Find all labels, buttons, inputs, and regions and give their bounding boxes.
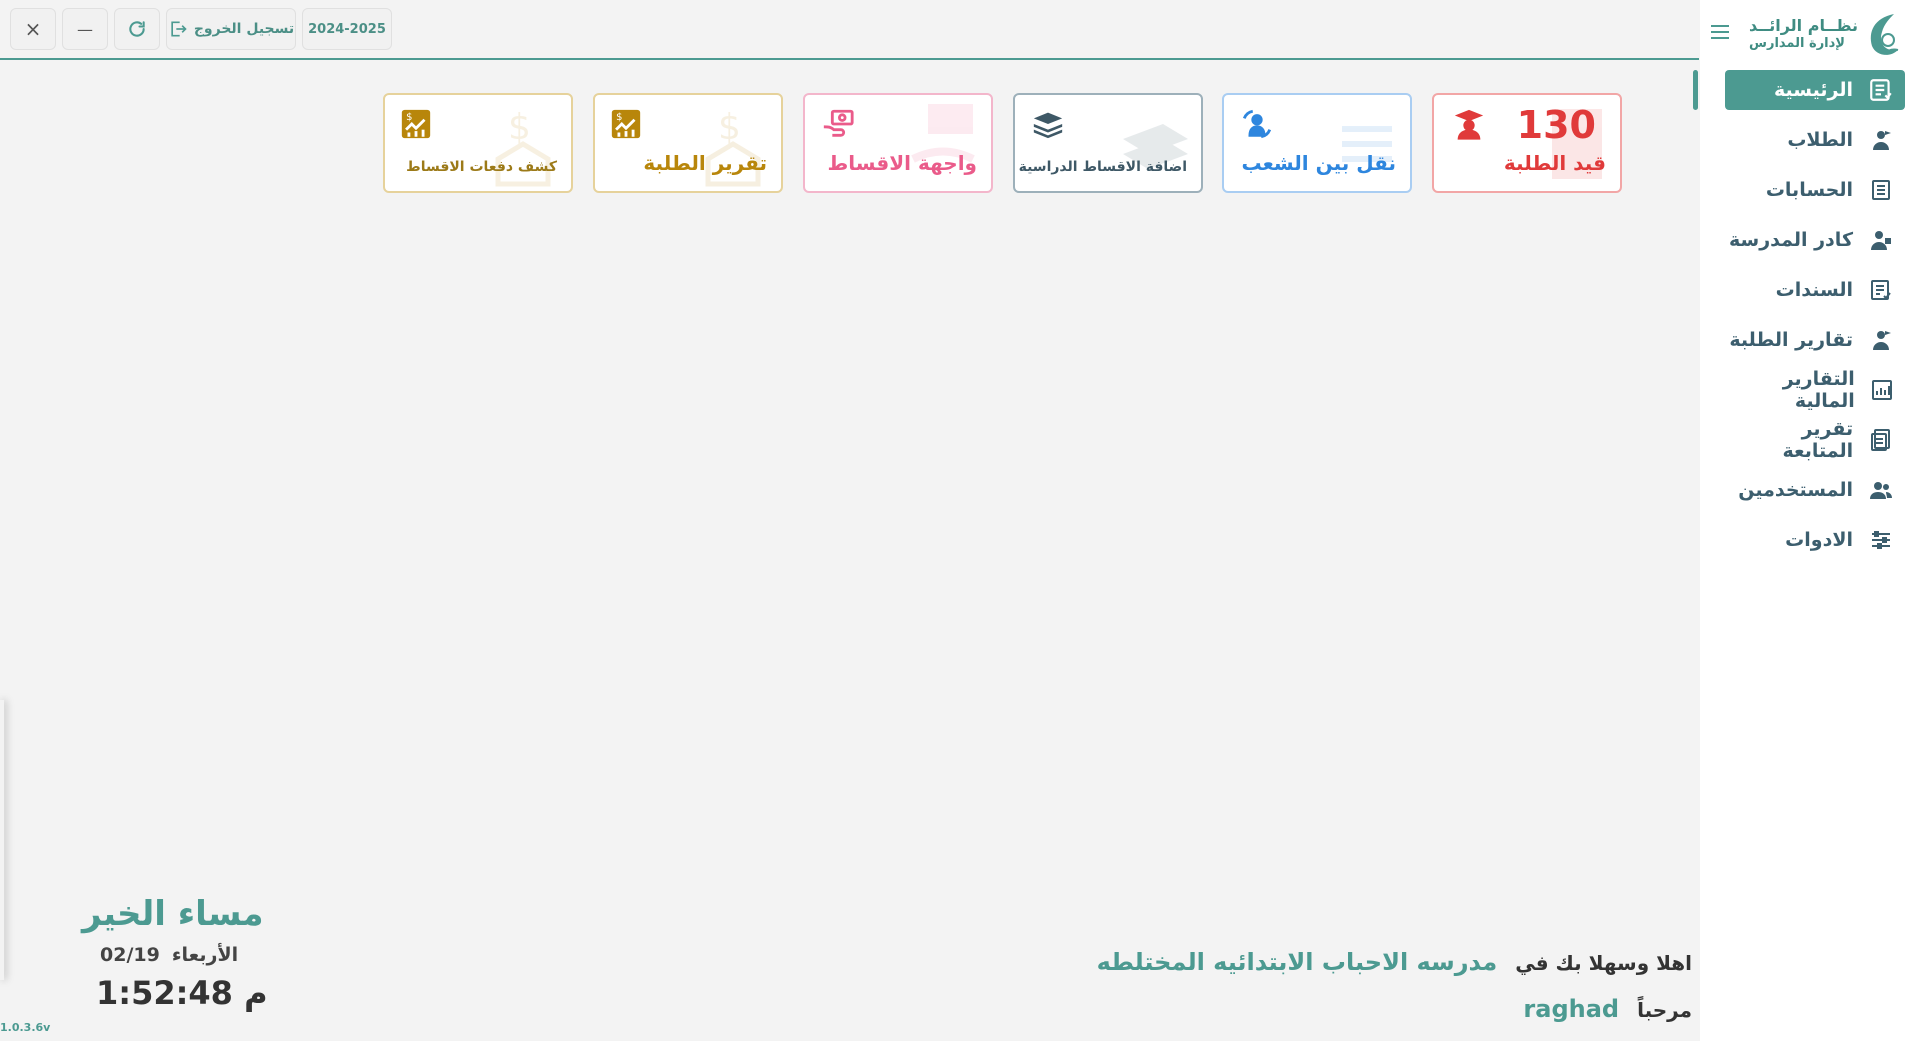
svg-text:$: $ xyxy=(508,107,531,148)
svg-text:$: $ xyxy=(616,112,622,123)
sidebar-item-label: الحسابات xyxy=(1765,179,1853,201)
sidebar-item-staff[interactable]: كادر المدرسة xyxy=(1725,220,1905,260)
accounts-icon xyxy=(1867,176,1895,204)
sidebar-item-students[interactable]: الطلاب xyxy=(1725,120,1905,160)
close-icon: × xyxy=(24,17,42,41)
tile-number: 130 xyxy=(1516,103,1596,147)
sidebar-item-label: السندات xyxy=(1775,279,1853,301)
date: 02/19 xyxy=(100,944,160,966)
logo-subtitle: لإدارة المدارس xyxy=(1749,36,1845,51)
welcome-prefix: اهلا وسهلا بك في xyxy=(1515,951,1692,975)
sidebar-item-home[interactable]: الرئيسية xyxy=(1725,70,1905,110)
logout-icon xyxy=(171,21,187,37)
sidebar: نظــام الرائــد لإدارة المدارس الرئيسية … xyxy=(1700,0,1920,1041)
left-edge-shadow xyxy=(0,700,4,980)
tile-label: اضافة الاقساط الدراسية xyxy=(1018,159,1187,175)
sidebar-item-tools[interactable]: الادوات xyxy=(1725,520,1905,560)
tile-label: كشف دفعات الاقساط xyxy=(406,159,557,175)
sidebar-item-label: الادوات xyxy=(1785,529,1853,551)
app-logo: نظــام الرائــد لإدارة المدارس xyxy=(1749,10,1904,60)
minimize-icon: — xyxy=(77,19,93,39)
tile-student-report[interactable]: $ $ تقرير الطلبة xyxy=(593,93,783,193)
logo-title: نظــام الرائــد xyxy=(1749,16,1858,35)
welcome-line: اهلا وسهلا بك في مدرسه الاحباب الابتدائي… xyxy=(1097,948,1692,976)
receipts-icon xyxy=(1867,276,1895,304)
academic-year-button[interactable]: 2024-2025 xyxy=(302,8,392,50)
sidebar-item-label: الطلاب xyxy=(1787,129,1853,151)
hand-money-icon xyxy=(823,109,854,137)
tile-add-installments[interactable]: اضافة الاقساط الدراسية xyxy=(1013,93,1203,193)
tile-class-transfer[interactable]: نقل بين الشعب xyxy=(1222,93,1412,193)
student-icon xyxy=(1867,126,1895,154)
version-label: 1.0.3.6v xyxy=(0,1021,51,1034)
sidebar-item-label: تقرير المتابعة xyxy=(1782,418,1854,462)
tile-student-enrollment[interactable]: 130 قيد الطلبة xyxy=(1432,93,1622,193)
tile-installments-interface[interactable]: واجهة الاقساط xyxy=(803,93,993,193)
sidebar-item-student-reports[interactable]: تقارير الطلبة xyxy=(1725,320,1905,360)
school-name: مدرسه الاحباب الابتدائيه المختلطه xyxy=(1096,948,1498,976)
sidebar-item-label: الرئيسية xyxy=(1774,79,1853,101)
sidebar-item-users[interactable]: المستخدمين xyxy=(1725,470,1905,510)
logout-button[interactable]: تسجيل الخروج xyxy=(166,8,296,50)
sidebar-item-receipts[interactable]: السندات xyxy=(1725,270,1905,310)
tools-icon xyxy=(1867,526,1895,554)
followup-report-icon xyxy=(1867,426,1895,454)
transfer-icon xyxy=(1242,109,1272,139)
users-icon xyxy=(1867,476,1895,504)
refresh-icon xyxy=(129,21,145,37)
sidebar-item-accounts[interactable]: الحسابات xyxy=(1725,170,1905,210)
header-bar: × — تسجيل الخروج 2024-2025 xyxy=(0,0,1699,60)
weekday: الأربعاء xyxy=(171,944,239,966)
hamburger-icon xyxy=(1711,25,1729,39)
home-list-icon xyxy=(1867,76,1895,104)
tile-label: نقل بين الشعب xyxy=(1241,151,1396,175)
tile-installment-payments-statement[interactable]: $ $ كشف دفعات الاقساط xyxy=(383,93,573,193)
sidebar-item-label: كادر المدرسة xyxy=(1729,229,1853,251)
minimize-button[interactable]: — xyxy=(62,8,108,50)
sidebar-item-followup-report[interactable]: تقرير المتابعة xyxy=(1725,418,1905,462)
close-button[interactable]: × xyxy=(10,8,56,50)
refresh-button[interactable] xyxy=(114,8,160,50)
financial-reports-icon xyxy=(1869,376,1895,404)
sidebar-item-label: التقارير المالية xyxy=(1782,368,1855,412)
sidebar-item-label: المستخدمين xyxy=(1738,479,1853,501)
greeting: مساء الخير xyxy=(82,894,264,934)
date-line: الأربعاء 02/19 xyxy=(100,944,238,966)
tile-label: تقرير الطلبة xyxy=(643,151,767,175)
sidebar-item-financial-reports[interactable]: التقارير المالية xyxy=(1725,368,1905,412)
hello-prefix: مرحباً xyxy=(1637,998,1692,1022)
report-chart-icon: $ xyxy=(401,109,431,139)
logo-icon xyxy=(1870,14,1899,55)
tile-label: واجهة الاقساط xyxy=(827,151,977,175)
clock-time: 1:52:48 م xyxy=(96,974,268,1012)
graduate-icon xyxy=(1454,109,1484,140)
money-stack-icon xyxy=(1033,112,1063,139)
staff-icon xyxy=(1867,226,1895,254)
hello-line: مرحباً raghad xyxy=(1523,995,1692,1023)
academic-year-label: 2024-2025 xyxy=(308,21,386,37)
student-reports-icon xyxy=(1867,326,1895,354)
sidebar-item-label: تقارير الطلبة xyxy=(1729,329,1853,351)
svg-text:$: $ xyxy=(718,107,741,148)
svg-text:$: $ xyxy=(406,112,412,123)
tile-label: قيد الطلبة xyxy=(1503,151,1606,175)
active-nav-marker xyxy=(1693,70,1698,110)
report-chart-icon: $ xyxy=(611,109,641,139)
username: raghad xyxy=(1523,995,1620,1023)
logout-label: تسجيل الخروج xyxy=(193,21,295,37)
menu-toggle-button[interactable] xyxy=(1708,20,1732,44)
